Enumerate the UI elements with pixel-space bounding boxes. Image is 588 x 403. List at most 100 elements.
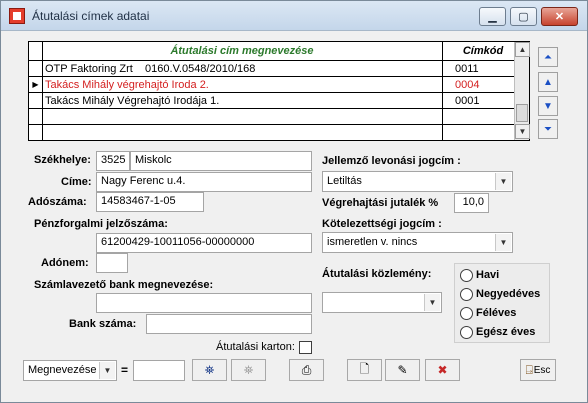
maximize-button[interactable]: ▢ — [510, 7, 537, 26]
title-bar: Átutalási címek adatai ▁ ▢ ✕ — [1, 1, 587, 31]
equals-label: = — [121, 363, 129, 377]
column-header-code[interactable]: Címkód — [452, 45, 514, 57]
grid-scrollbar[interactable]: ▲ ▼ — [514, 42, 530, 140]
app-icon — [9, 8, 25, 24]
grid-header-indicator — [29, 42, 43, 60]
binoculars-disabled-icon: ⛯ — [243, 362, 254, 377]
bank-code-field[interactable] — [146, 314, 312, 334]
jutalek-field[interactable]: 10,0 — [454, 193, 489, 213]
search-next-button[interactable]: ⛯ — [231, 359, 266, 381]
radio-negyedeves[interactable]: Negyedéves — [460, 286, 548, 302]
address-field[interactable]: Nagy Ferenc u.4. — [96, 172, 312, 192]
maximize-icon: ▢ — [518, 11, 529, 23]
bank-code-label: Bank száma: — [69, 318, 137, 330]
close-icon: ✕ — [554, 11, 565, 23]
app-window: Átutalási címek adatai ▁ ▢ ✕ Átutalási c… — [0, 0, 588, 403]
chevron-down-icon[interactable]: ▼ — [495, 234, 511, 251]
table-row[interactable]: Takács Mihály Végrehajtó Irodája 1. 0001 — [29, 93, 514, 109]
delete-document-icon: ✖ — [437, 363, 448, 377]
bank-name-label: Számlavezető bank megnevezése: — [34, 279, 214, 291]
column-divider — [442, 125, 443, 140]
kozlemeny-select[interactable]: ▼ — [322, 292, 442, 313]
nav-first-icon: ⏶ — [544, 51, 552, 63]
tax-number-field[interactable]: 14583467-1-05 — [96, 192, 204, 212]
radio-label: Féléves — [476, 307, 517, 319]
nav-last-icon: ⏷ — [544, 123, 552, 135]
table-row[interactable]: ▶ Takács Mihály végrehajtó Iroda 2. 0004 — [29, 77, 514, 93]
radio-havi[interactable]: Havi — [460, 267, 548, 283]
jutalek-label: Végrehajtási jutalék % — [322, 197, 439, 209]
nav-prev-button[interactable]: ▲ — [538, 72, 558, 92]
radio-feleves[interactable]: Féléves — [460, 305, 548, 321]
radio-circle-icon — [460, 306, 473, 320]
search-value-input[interactable] — [133, 360, 185, 381]
exit-door-icon: ⍈ — [525, 362, 533, 377]
cell-name: Takács Mihály Végrehajtó Irodája 1. — [45, 95, 220, 107]
chevron-down-icon: ▼ — [518, 127, 527, 136]
nav-first-button[interactable]: ⏶ — [538, 47, 558, 67]
cell-code: 0001 — [455, 95, 480, 107]
binoculars-icon: ⛯ — [204, 362, 215, 377]
radio-label: Havi — [476, 269, 500, 281]
column-divider — [442, 42, 443, 60]
scroll-down-button[interactable]: ▼ — [515, 124, 530, 139]
chevron-down-icon[interactable]: ▼ — [424, 294, 440, 311]
radio-label: Egész éves — [476, 326, 536, 338]
row-indicator — [29, 125, 43, 140]
chevron-down-icon[interactable]: ▼ — [495, 173, 511, 190]
nav-next-icon: ▼ — [543, 100, 553, 112]
window-title: Átutalási címek adatai — [32, 9, 150, 23]
zip-field[interactable]: 3525 — [96, 151, 130, 171]
adonem-field[interactable] — [96, 253, 128, 273]
search-field-select[interactable]: Megnevezése ▼ — [23, 360, 117, 381]
bank-name-field[interactable] — [96, 293, 312, 313]
scroll-up-button[interactable]: ▲ — [515, 42, 530, 57]
edit-button[interactable]: ✎ — [385, 359, 420, 381]
radio-circle-icon — [460, 287, 473, 301]
search-button[interactable]: ⛯ — [192, 359, 227, 381]
jellemzo-value: Letiltás — [327, 175, 362, 187]
cell-code: 0011 — [455, 63, 479, 75]
chevron-down-icon[interactable]: ▼ — [99, 362, 115, 379]
nav-last-button[interactable]: ⏷ — [538, 119, 558, 139]
new-button[interactable]: 🗋 — [347, 359, 382, 381]
periodicity-radio-group: Havi Negyedéves Féléves Egész éves — [454, 263, 550, 343]
search-field-value: Megnevezése — [28, 364, 97, 376]
adoszam-label: Adószáma: — [28, 196, 87, 208]
row-indicator — [29, 109, 43, 124]
minimize-button[interactable]: ▁ — [479, 7, 506, 26]
delete-button[interactable]: ✖ — [425, 359, 460, 381]
chevron-up-icon: ▲ — [518, 45, 527, 54]
table-row[interactable] — [29, 125, 514, 140]
exit-button[interactable]: ⍈ Esc — [520, 359, 556, 381]
table-row[interactable]: OTP Faktoring Zrt 0160.V.0548/2010/168 0… — [29, 61, 514, 77]
current-row-icon: ▶ — [29, 77, 43, 92]
radio-egesz-eves[interactable]: Egész éves — [460, 324, 548, 340]
karton-checkbox[interactable] — [299, 341, 312, 354]
minimize-icon: ▁ — [488, 11, 497, 23]
nav-next-button[interactable]: ▼ — [538, 96, 558, 116]
column-divider — [442, 77, 443, 92]
row-indicator — [29, 61, 43, 76]
close-button[interactable]: ✕ — [541, 7, 578, 26]
column-header-name[interactable]: Átutalási cím megnevezése — [44, 45, 440, 57]
column-divider — [442, 93, 443, 108]
scroll-thumb[interactable] — [516, 104, 528, 122]
column-divider — [442, 109, 443, 124]
print-button[interactable]: ⎙ — [289, 359, 324, 381]
table-row[interactable] — [29, 109, 514, 125]
jellemzo-select[interactable]: Letiltás ▼ — [322, 171, 513, 192]
kozlemeny-label: Átutalási közlemény: — [322, 268, 432, 280]
city-field[interactable]: Miskolc — [130, 151, 312, 171]
account-number-field[interactable]: 61200429-10011056-00000000 — [96, 233, 312, 253]
adonem-label: Adónem: — [41, 257, 89, 269]
cell-code: 0004 — [455, 79, 480, 91]
cell-name: Takács Mihály végrehajtó Iroda 2. — [45, 79, 209, 91]
printer-icon: ⎙ — [301, 362, 312, 377]
address-grid[interactable]: Átutalási cím megnevezése Címkód OTP Fak… — [28, 41, 530, 141]
cell-name: OTP Faktoring Zrt 0160.V.0548/2010/168 — [45, 63, 256, 75]
kotelezettsegi-select[interactable]: ismeretlen v. nincs ▼ — [322, 232, 513, 253]
jellemzo-label: Jellemző levonási jogcím : — [322, 155, 461, 167]
kotelezettsegi-label: Kötelezettségi jogcím : — [322, 218, 442, 230]
edit-document-icon: ✎ — [397, 363, 408, 377]
